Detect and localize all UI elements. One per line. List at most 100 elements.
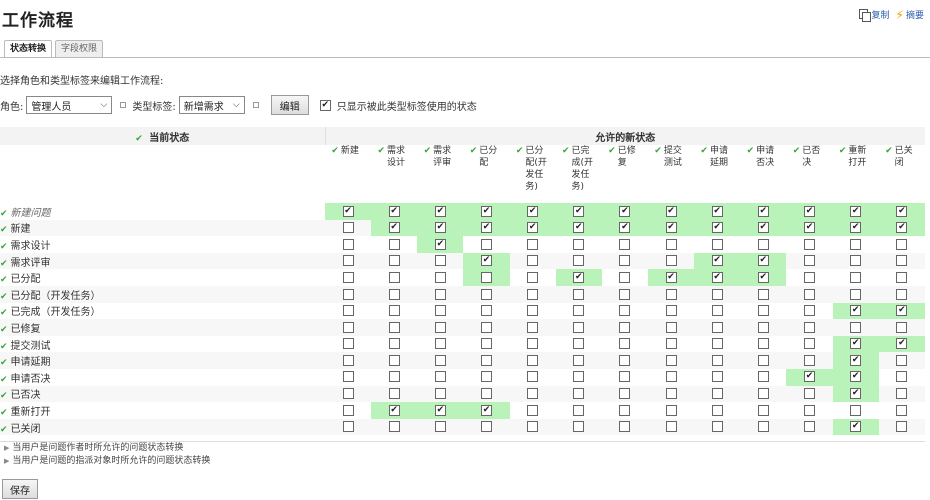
row-status-cell[interactable]: ✔ 已完成（开发任务） [0, 303, 325, 320]
transition-checkbox[interactable] [757, 354, 769, 366]
transition-checkbox[interactable] [619, 321, 631, 333]
transition-checkbox[interactable] [527, 338, 539, 350]
transition-checkbox[interactable] [527, 238, 539, 250]
transition-checkbox[interactable] [342, 421, 354, 433]
transition-checkbox[interactable]: ✔ [896, 338, 908, 350]
transition-checkbox[interactable] [480, 338, 492, 350]
transition-checkbox[interactable] [480, 238, 492, 250]
transition-checkbox[interactable] [480, 388, 492, 400]
transition-checkbox[interactable] [896, 255, 908, 267]
transition-checkbox[interactable] [388, 321, 400, 333]
transition-checkbox[interactable] [896, 421, 908, 433]
transition-checkbox[interactable] [711, 421, 723, 433]
transition-checkbox[interactable] [480, 354, 492, 366]
transition-checkbox[interactable] [896, 371, 908, 383]
transition-checkbox[interactable] [665, 371, 677, 383]
transition-checkbox[interactable] [388, 354, 400, 366]
transition-checkbox[interactable]: ✔ [850, 305, 862, 317]
row-status-cell[interactable]: ✔ 新建问题 [0, 203, 325, 220]
transition-checkbox[interactable]: ✔ [803, 205, 815, 217]
transition-checkbox[interactable] [711, 288, 723, 300]
transition-checkbox[interactable] [480, 288, 492, 300]
role-select[interactable]: 管理人员 ⌵ [26, 96, 113, 114]
transition-checkbox[interactable] [711, 354, 723, 366]
transition-checkbox[interactable] [527, 371, 539, 383]
transition-checkbox[interactable] [527, 354, 539, 366]
only-show-checkbox[interactable]: ✔ [319, 99, 331, 111]
transition-checkbox[interactable] [757, 371, 769, 383]
column-header[interactable]: ✔ 需求评审 [417, 145, 463, 203]
transition-checkbox[interactable] [619, 238, 631, 250]
row-status-cell[interactable]: ✔ 需求设计 [0, 236, 325, 253]
transition-checkbox[interactable]: ✔ [434, 222, 446, 234]
transition-checkbox[interactable]: ✔ [573, 205, 585, 217]
summary-link[interactable]: ⚡ 摘要 [896, 8, 924, 22]
transition-checkbox[interactable]: ✔ [434, 404, 446, 416]
transition-checkbox[interactable]: ✔ [803, 222, 815, 234]
transition-checkbox[interactable]: ✔ [665, 222, 677, 234]
transition-checkbox[interactable]: ✔ [573, 222, 585, 234]
transition-checkbox[interactable]: ✔ [850, 371, 862, 383]
transition-checkbox[interactable] [573, 255, 585, 267]
column-header[interactable]: ✔ 已关闭 [879, 145, 925, 203]
transition-checkbox[interactable] [342, 255, 354, 267]
transition-checkbox[interactable] [388, 238, 400, 250]
transition-checkbox[interactable] [342, 271, 354, 283]
column-header[interactable]: ✔ 已分配(开发任务) [510, 145, 556, 203]
column-header[interactable]: ✔ 已修复 [602, 145, 648, 203]
column-header[interactable]: ✔ 申请否决 [740, 145, 786, 203]
transition-checkbox[interactable] [896, 238, 908, 250]
transition-checkbox[interactable] [850, 255, 862, 267]
transition-checkbox[interactable] [665, 338, 677, 350]
transition-checkbox[interactable] [665, 238, 677, 250]
transition-checkbox[interactable] [665, 255, 677, 267]
transition-checkbox[interactable] [573, 404, 585, 416]
transition-checkbox[interactable] [619, 288, 631, 300]
transition-checkbox[interactable] [573, 354, 585, 366]
transition-checkbox[interactable]: ✔ [527, 222, 539, 234]
tab-field-permissions[interactable]: 字段权限 [55, 40, 104, 58]
transition-checkbox[interactable] [803, 288, 815, 300]
copy-link[interactable]: 复制 [858, 8, 890, 22]
transition-checkbox[interactable] [757, 321, 769, 333]
transition-checkbox[interactable] [434, 354, 446, 366]
transition-checkbox[interactable] [342, 288, 354, 300]
transition-checkbox[interactable] [757, 388, 769, 400]
transition-checkbox[interactable] [434, 288, 446, 300]
transition-checkbox[interactable] [388, 288, 400, 300]
tab-status-transition[interactable]: 状态转换 [4, 40, 53, 58]
transition-checkbox[interactable] [434, 371, 446, 383]
transition-checkbox[interactable]: ✔ [665, 271, 677, 283]
row-status-cell[interactable]: ✔ 已关闭 [0, 418, 325, 436]
row-status-cell[interactable]: ✔ 已修复 [0, 319, 325, 336]
transition-checkbox[interactable] [342, 222, 354, 234]
transition-checkbox[interactable]: ✔ [850, 338, 862, 350]
transition-checkbox[interactable] [850, 271, 862, 283]
transition-checkbox[interactable] [573, 321, 585, 333]
transition-checkbox[interactable] [896, 271, 908, 283]
transition-checkbox[interactable] [803, 238, 815, 250]
transition-checkbox[interactable] [573, 371, 585, 383]
transition-checkbox[interactable] [803, 421, 815, 433]
transition-checkbox[interactable]: ✔ [480, 255, 492, 267]
transition-checkbox[interactable] [711, 321, 723, 333]
transition-checkbox[interactable]: ✔ [434, 205, 446, 217]
transition-checkbox[interactable]: ✔ [388, 205, 400, 217]
transition-checkbox[interactable] [527, 288, 539, 300]
column-header[interactable]: ✔ 提交测试 [648, 145, 694, 203]
transition-checkbox[interactable] [619, 404, 631, 416]
transition-checkbox[interactable] [527, 305, 539, 317]
row-status-cell[interactable]: ✔ 申请延期 [0, 352, 325, 369]
transition-checkbox[interactable] [527, 255, 539, 267]
transition-checkbox[interactable] [619, 271, 631, 283]
column-header[interactable]: ✔ 新建 [325, 145, 371, 203]
transition-checkbox[interactable] [757, 288, 769, 300]
transition-checkbox[interactable] [757, 404, 769, 416]
transition-checkbox[interactable] [803, 404, 815, 416]
transition-checkbox[interactable] [434, 421, 446, 433]
transition-checkbox[interactable] [619, 305, 631, 317]
transition-checkbox[interactable] [527, 271, 539, 283]
column-header[interactable]: ✔ 已否决 [786, 145, 832, 203]
transition-checkbox[interactable] [388, 388, 400, 400]
transition-checkbox[interactable] [434, 271, 446, 283]
